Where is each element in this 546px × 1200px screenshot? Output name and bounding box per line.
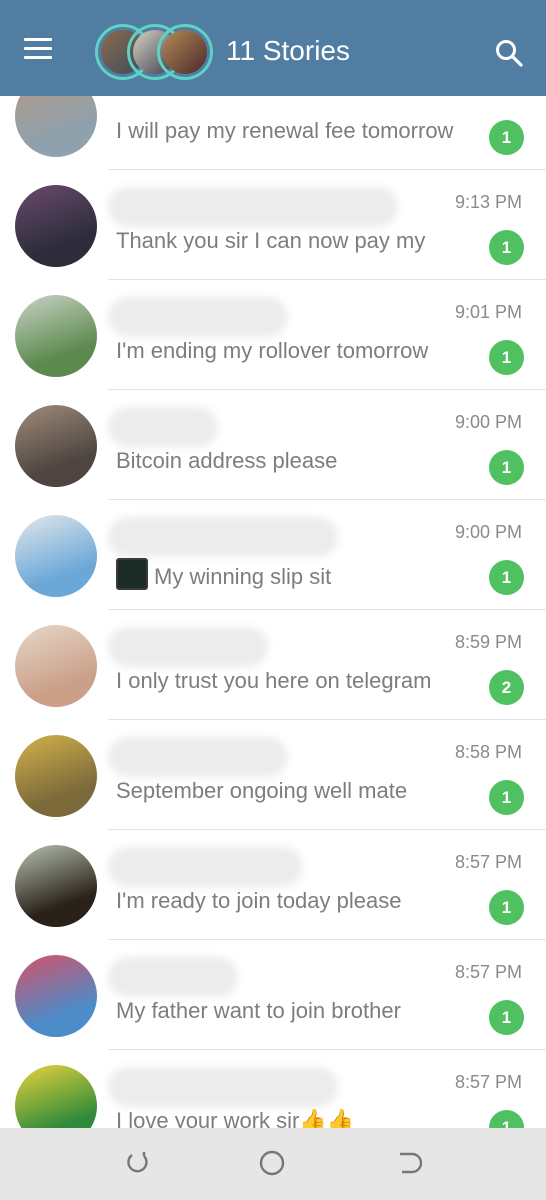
message-time: 8:57 PM (454, 1072, 522, 1092)
message-text: I only trust you here on telegram (116, 668, 432, 693)
chat-list: I will pay my renewal fee tomorrow 1 9:13 … (0, 60, 546, 1160)
contact-avatar[interactable] (15, 735, 97, 817)
message-time: 9:00 PM (454, 412, 522, 432)
message-text: I'm ready to join today please (116, 888, 402, 913)
unread-count-badge: 1 (489, 230, 524, 265)
contact-avatar[interactable] (15, 955, 97, 1037)
contact-avatar[interactable] (15, 295, 97, 377)
unread-count-badge: 2 (489, 670, 524, 705)
message-preview: September ongoing well mate (116, 778, 466, 804)
message-preview: My winning slip sit (116, 558, 466, 590)
chat-row[interactable]: 8:57 PM My father want to join brother 1 (0, 940, 546, 1050)
message-text: I'm ending my rollover tomorrow (116, 338, 429, 363)
message-preview: Bitcoin address please (116, 448, 466, 474)
message-preview: Thank you sir I can now pay my (116, 228, 466, 254)
top-app-bar: 11 Stories (0, 0, 546, 96)
message-preview: I only trust you here on telegram (116, 668, 466, 694)
message-text: My father want to join brother (116, 998, 401, 1023)
photo-thumbnail-icon (116, 558, 148, 590)
recent-apps-icon[interactable] (124, 1150, 150, 1176)
message-text: I will pay my renewal fee tomorrow (116, 118, 454, 143)
unread-count-badge: 1 (489, 1000, 524, 1035)
stories-title[interactable]: 11 Stories (226, 35, 350, 67)
message-text: Thank you sir I can now pay my (116, 228, 426, 253)
chat-row[interactable]: 9:00 PM My winning slip sit 1 (0, 500, 546, 610)
contact-avatar[interactable] (15, 515, 97, 597)
contact-name-redacted (108, 187, 398, 227)
search-icon[interactable] (494, 38, 524, 68)
contact-name-redacted (108, 517, 338, 557)
chat-row[interactable]: 8:59 PM I only trust you here on telegram… (0, 610, 546, 720)
story-avatar[interactable] (157, 24, 213, 80)
message-preview: I'm ready to join today please (116, 888, 466, 914)
message-time: 8:57 PM (454, 852, 522, 872)
contact-avatar[interactable] (15, 185, 97, 267)
message-time: 8:57 PM (454, 962, 522, 982)
hamburger-menu-icon[interactable] (24, 38, 58, 66)
home-icon[interactable] (259, 1150, 285, 1176)
unread-count-badge: 1 (489, 560, 524, 595)
system-navigation-bar (0, 1128, 546, 1200)
back-icon[interactable] (396, 1150, 422, 1176)
contact-name-redacted (108, 847, 303, 887)
stories-avatars[interactable] (95, 24, 213, 80)
contact-avatar[interactable] (15, 405, 97, 487)
unread-count-badge: 1 (489, 120, 524, 155)
contact-name-redacted (108, 737, 288, 777)
message-preview: My father want to join brother (116, 998, 466, 1024)
chat-row[interactable]: 9:00 PM Bitcoin address please 1 (0, 390, 546, 500)
chat-row[interactable]: 8:57 PM I'm ready to join today please 1 (0, 830, 546, 940)
chat-row[interactable]: 9:13 PM Thank you sir I can now pay my 1 (0, 170, 546, 280)
message-time: 9:01 PM (454, 302, 522, 322)
chat-row[interactable]: 8:58 PM September ongoing well mate 1 (0, 720, 546, 830)
contact-name-redacted (108, 1067, 338, 1107)
contact-avatar[interactable] (15, 625, 97, 707)
contact-name-redacted (108, 957, 238, 997)
unread-count-badge: 1 (489, 780, 524, 815)
contact-avatar[interactable] (15, 845, 97, 927)
message-preview: I will pay my renewal fee tomorrow (116, 118, 466, 144)
message-time: 9:00 PM (454, 522, 522, 542)
message-time: 8:58 PM (454, 742, 522, 762)
message-preview: I'm ending my rollover tomorrow (116, 338, 466, 364)
unread-count-badge: 1 (489, 340, 524, 375)
contact-name-redacted (108, 297, 288, 337)
message-text: September ongoing well mate (116, 778, 408, 803)
contact-name-redacted (108, 627, 268, 667)
chat-row[interactable]: 9:01 PM I'm ending my rollover tomorrow 1 (0, 280, 546, 390)
message-text: My winning slip sit (154, 564, 332, 589)
message-time: 9:13 PM (454, 192, 522, 212)
message-text: Bitcoin address please (116, 448, 338, 473)
message-time: 8:59 PM (454, 632, 522, 652)
unread-count-badge: 1 (489, 450, 524, 485)
contact-name-redacted (108, 407, 218, 447)
unread-count-badge: 1 (489, 890, 524, 925)
